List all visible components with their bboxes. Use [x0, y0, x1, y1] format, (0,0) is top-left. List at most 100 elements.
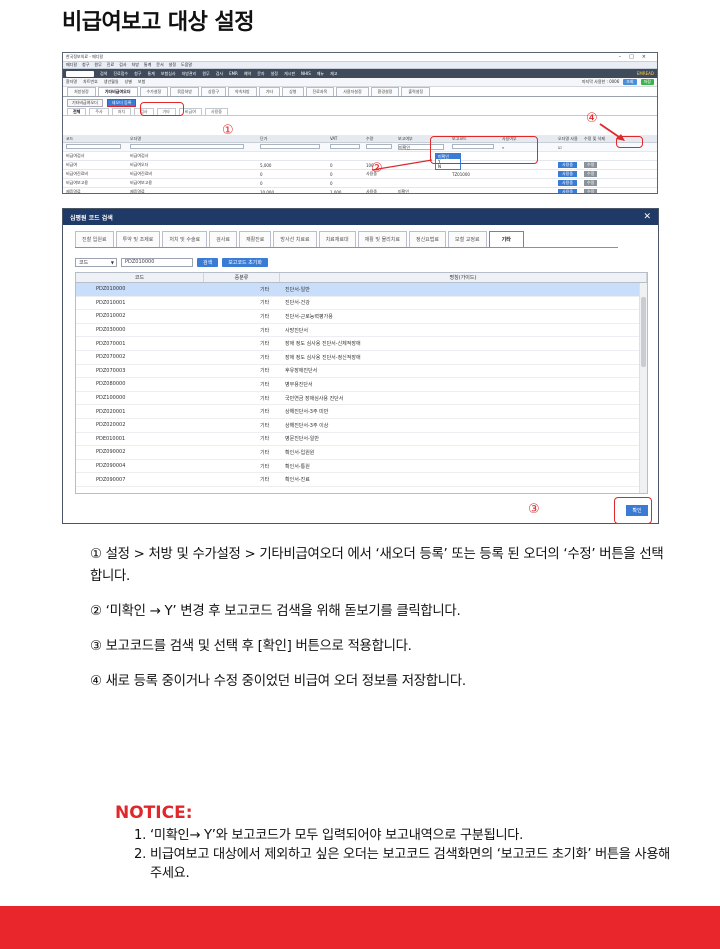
table-cell: 진단서-건강	[285, 300, 310, 307]
search-type-value: 코드	[79, 259, 89, 266]
search-row: 코드 ▼ PDZ010000 검색 보고코드 초기화	[75, 257, 268, 267]
table-cell: PDZ030000	[96, 327, 126, 334]
footer-bar	[0, 906, 720, 949]
table-cell: 병문진단서-일반	[285, 436, 320, 443]
col-code[interactable]: 코드	[76, 273, 204, 282]
search-input[interactable]: PDZ010000	[121, 257, 193, 267]
close-icon[interactable]: ✕	[643, 212, 651, 222]
table-cell: 기타	[260, 422, 270, 429]
notice-text: ‘미확인→ Y’와 보고코드가 모두 입력되어야 보고내역으로 구분됩니다.	[150, 828, 524, 843]
table-cell: 확인서-통원	[285, 463, 310, 470]
table-row[interactable]: PDZ100000 기타 국민연금 장애심사용 진단서	[76, 392, 647, 406]
table-row[interactable]: PDZ090002 기타 확인서-입원원	[76, 446, 647, 460]
table-row[interactable]: PDZ010000 기타 진단서-일반	[76, 283, 647, 297]
notice-list: 1. ‘미확인→ Y’와 보고코드가 모두 입력되어야 보고내역으로 구분됩니다.…	[134, 826, 674, 883]
table-row[interactable]: PDZ090007 기타 확인서-진료	[76, 473, 647, 487]
table-cell: PDZ010002	[96, 313, 126, 320]
table-cell: 국민연금 장애심사용 진단서	[285, 395, 344, 402]
table-cell: 상해진단서-3주 이상	[285, 422, 329, 429]
table-row[interactable]: PDZ070002 기타 장애 정도 심사용 진단서-정신적장애	[76, 351, 647, 365]
table-cell: PDZ100000	[96, 395, 126, 402]
table-cell: PDZ010001	[96, 299, 126, 306]
code-category-tab[interactable]: 방사선 치료료	[273, 231, 317, 247]
code-category-tab[interactable]: 재활 및 물리치료	[357, 231, 407, 247]
table-cell: 장애 정도 심사용 진단서-신체적장애	[285, 341, 361, 348]
table-cell: PDZ090002	[96, 449, 126, 456]
highlight-ok-button	[614, 497, 652, 524]
table-cell: 기타	[260, 300, 270, 307]
notice-number: 2.	[134, 847, 146, 862]
table-cell: 기타	[260, 381, 270, 388]
instruction-step: ② ‘미확인 → Y’ 변경 후 보고코드 검색을 위해 돋보기를 클릭합니다.	[90, 604, 461, 619]
table-cell: PDZ080000	[96, 381, 126, 388]
search-type-select[interactable]: 코드 ▼	[75, 257, 117, 267]
code-grid: 코드 중분류 명칭(가이드) PDZ010000 기타 진단서-일반 PDZ01000…	[75, 272, 648, 494]
table-cell: 기타	[260, 354, 270, 361]
code-category-tabs: 진찰 입원료 투약 및 조제료 처치 및 수술료 검사료 재활진료 방사선 치료료 치료재료…	[75, 231, 618, 248]
table-cell: 기타	[260, 327, 270, 334]
table-cell: 기타	[260, 436, 270, 443]
table-cell: PDZ010000	[96, 286, 126, 293]
code-category-tab[interactable]: 보철 교정료	[448, 231, 487, 247]
table-cell: 기타	[260, 463, 270, 470]
code-category-tab[interactable]: 치료재료대	[318, 231, 356, 247]
table-cell: 상해진단서-3주 미만	[285, 409, 329, 416]
notice-text: 비급여보고 대상에서 제외하고 싶은 오더는 보고코드 검색화면의 ‘보고코드 …	[150, 847, 671, 881]
code-grid-header: 코드 중분류 명칭(가이드)	[76, 273, 647, 283]
table-row[interactable]: PDZ010002 기타 진단서-근로능력평가용	[76, 310, 647, 324]
table-cell: 확인서-입원원	[285, 449, 315, 456]
instruction-step: ① 설정 > 처방 및 수가설정 > 기타비급여오더 에서 ‘새오더 등록’ 또…	[90, 547, 664, 584]
scroll-thumb[interactable]	[641, 297, 646, 367]
code-category-tab[interactable]: 기타	[488, 231, 524, 247]
table-cell: PDZ070003	[96, 367, 126, 374]
step-marker-3: ③	[528, 502, 540, 517]
table-row[interactable]: PDZ090004 기타 확인서-통원	[76, 460, 647, 474]
table-cell: PDZ090007	[96, 476, 126, 483]
table-cell: PDZ020002	[96, 422, 126, 429]
notice-item: 2. 비급여보고 대상에서 제외하고 싶은 오더는 보고코드 검색화면의 ‘보고코…	[134, 845, 674, 883]
reset-report-code-button[interactable]: 보고코드 초기화	[222, 257, 268, 267]
dialog-title: 심평원 코드 검색	[70, 214, 113, 222]
table-cell: 후유장애진단서	[285, 368, 318, 375]
code-category-tab[interactable]: 투약 및 조제료	[115, 231, 161, 247]
table-cell: 진단서-일반	[285, 286, 310, 293]
chevron-down-icon: ▼	[110, 259, 114, 265]
table-cell: 기타	[260, 477, 270, 484]
table-cell: PDZ020001	[96, 408, 126, 415]
notice-item: 1. ‘미확인→ Y’와 보고코드가 모두 입력되어야 보고내역으로 구분됩니다.	[134, 826, 674, 845]
table-cell: 장애 정도 심사용 진단서-정신적장애	[285, 354, 361, 361]
table-row[interactable]: PDZ020001 기타 상해진단서-3주 미만	[76, 405, 647, 419]
code-category-tab[interactable]: 정신요법료	[408, 231, 446, 247]
table-row[interactable]: PDZ080000 기타 병무용진단서	[76, 378, 647, 392]
table-cell: PDE010001	[96, 435, 126, 442]
instruction-step: ③ 보고코드를 검색 및 선택 후 [확인] 버튼으로 적용합니다.	[90, 639, 412, 654]
table-cell: PDZ090004	[96, 463, 126, 470]
table-row[interactable]: PDE010001 기타 병문진단서-일반	[76, 433, 647, 447]
table-row[interactable]: PDZ020002 기타 상해진단서-3주 이상	[76, 419, 647, 433]
table-cell: 기타	[260, 341, 270, 348]
code-category-tab[interactable]: 재활진료	[238, 231, 272, 247]
code-category-tab[interactable]: 진찰 입원료	[75, 231, 114, 247]
table-cell: 진단서-근로능력평가용	[285, 313, 333, 320]
table-row[interactable]: PDZ070001 기타 장애 정도 심사용 진단서-신체적장애	[76, 337, 647, 351]
table-cell: 기타	[260, 449, 270, 456]
table-cell: 기타	[260, 313, 270, 320]
table-cell: PDZ070002	[96, 354, 126, 361]
code-category-tab[interactable]: 검사료	[209, 231, 237, 247]
code-category-tab[interactable]: 처치 및 수술료	[162, 231, 208, 247]
col-name[interactable]: 명칭(가이드)	[280, 273, 647, 282]
table-cell: 확인서-진료	[285, 477, 310, 484]
table-row[interactable]: PDZ010001 기타 진단서-건강	[76, 297, 647, 311]
dialog-titlebar: 심평원 코드 검색 ✕	[63, 209, 658, 225]
table-cell: 기타	[260, 409, 270, 416]
table-row[interactable]: PDZ070003 기타 후유장애진단서	[76, 365, 647, 379]
table-cell: 기타	[260, 395, 270, 402]
grid-scrollbar[interactable]	[639, 283, 647, 493]
table-row[interactable]: PDZ030000 기타 사망진단서	[76, 324, 647, 338]
notice-title: NOTICE:	[115, 803, 193, 823]
col-category[interactable]: 중분류	[204, 273, 280, 282]
notice-number: 1.	[134, 828, 146, 843]
table-cell: 기타	[260, 286, 270, 293]
search-button[interactable]: 검색	[197, 257, 219, 267]
code-search-dialog: 심평원 코드 검색 ✕ 진찰 입원료 투약 및 조제료 처치 및 수술료 검사료 재활진…	[62, 208, 659, 524]
